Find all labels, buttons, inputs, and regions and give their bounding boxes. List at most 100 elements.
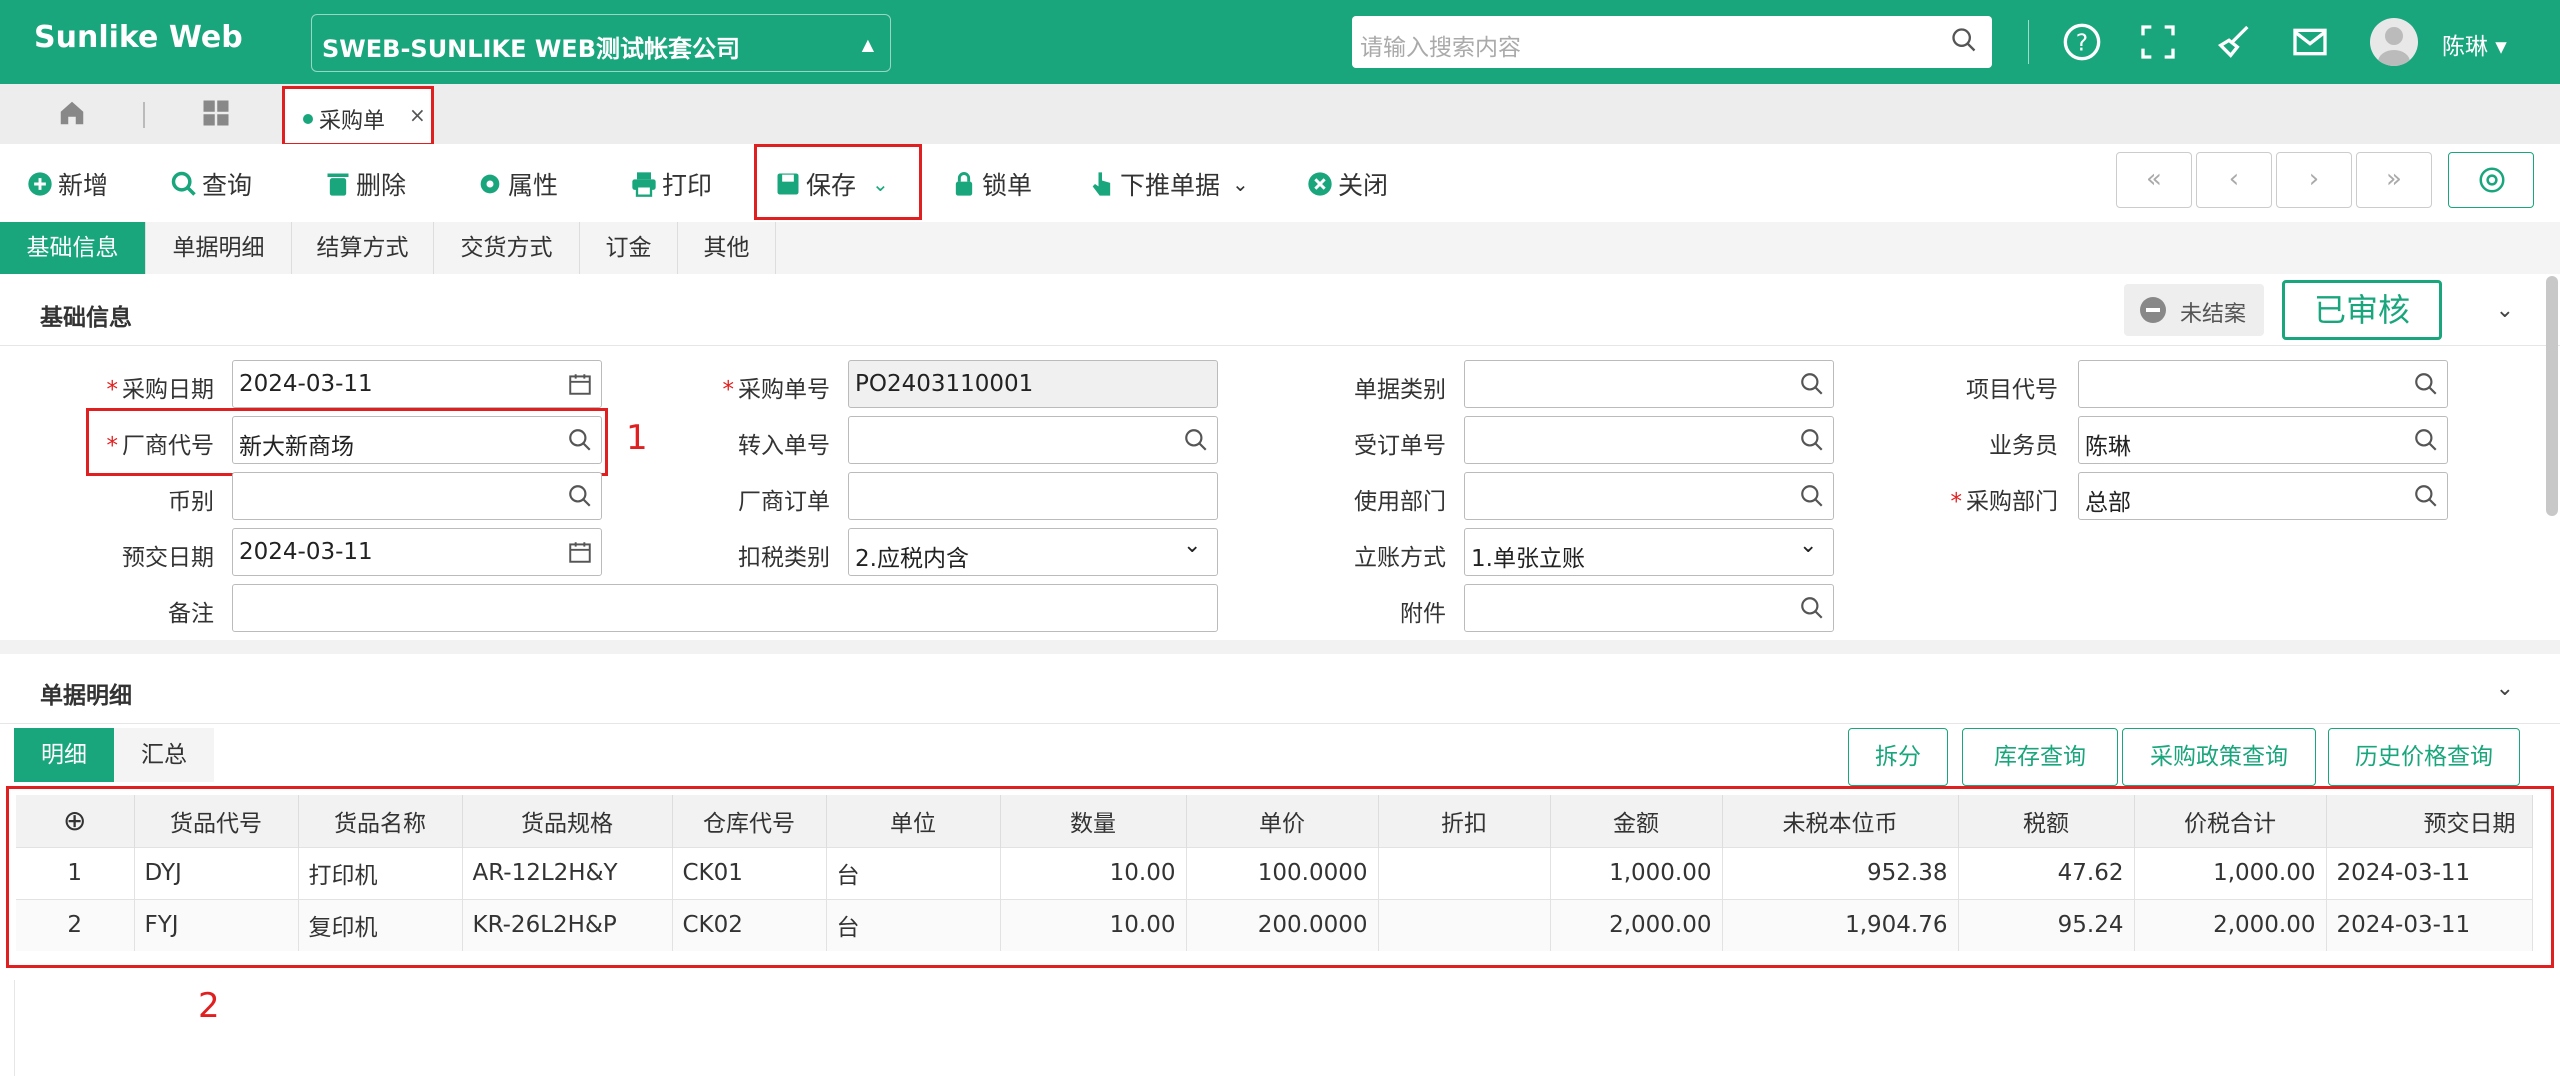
top-bar: Sunlike Web SWEB-SUNLIKE WEB测试帐套公司 ▲ 请输入… (0, 0, 2560, 84)
doc-category-field[interactable] (1464, 360, 1834, 408)
transfer-no-field[interactable] (848, 416, 1218, 464)
search-icon[interactable] (2413, 371, 2439, 397)
search-icon[interactable] (567, 483, 593, 509)
close-button[interactable]: 关闭 (1306, 164, 1388, 204)
label-dept-use: 使用部门 (1354, 489, 1446, 515)
order-no-field[interactable] (1464, 416, 1834, 464)
search-icon[interactable] (1799, 483, 1825, 509)
lock-icon (955, 172, 973, 196)
tax-type-select[interactable]: 2.应税内含 ⌄ (848, 528, 1218, 576)
print-button[interactable]: 打印 (630, 164, 712, 204)
search-icon[interactable] (2413, 483, 2439, 509)
tab-detail[interactable]: 单据明细 (146, 222, 292, 274)
push-label: 下推单据 (1120, 171, 1221, 200)
gear-icon (2479, 167, 2505, 193)
search-icon[interactable] (2413, 427, 2439, 453)
label-purchase-date: * 采购日期 (106, 377, 215, 403)
company-selector[interactable]: SWEB-SUNLIKE WEB测试帐套公司 ▲ (311, 14, 891, 72)
printer-icon (632, 172, 656, 197)
detail-header[interactable]: 单据明细 ⌄ (0, 654, 2560, 724)
close-circle-icon (1308, 172, 1332, 196)
tab-summary[interactable]: 汇总 (114, 728, 214, 782)
search-icon[interactable] (1799, 371, 1825, 397)
tab-label: 采购单 (319, 109, 386, 134)
currency-field[interactable] (232, 472, 602, 520)
prev-record-button[interactable]: ‹ (2196, 152, 2272, 208)
price-history-query-button[interactable]: 历史价格查询 (2328, 728, 2520, 786)
last-record-button[interactable]: » (2356, 152, 2432, 208)
search-icon[interactable] (1799, 427, 1825, 453)
dept-use-field[interactable] (1464, 472, 1834, 520)
apps-grid-icon[interactable] (200, 98, 232, 128)
tab-deposit[interactable]: 订金 (580, 222, 678, 274)
lock-button[interactable]: 锁单 (950, 164, 1032, 204)
help-icon[interactable]: ? (2062, 22, 2102, 62)
search-icon[interactable] (1950, 26, 1978, 54)
calendar-icon[interactable] (567, 539, 593, 565)
new-label: 新增 (58, 171, 109, 200)
purchase-date-field[interactable]: 2024-03-11 (232, 360, 602, 408)
vertical-scrollbar[interactable] (2546, 276, 2558, 516)
purchase-policy-query-button[interactable]: 采购政策查询 (2122, 728, 2316, 786)
delete-button[interactable]: 删除 (324, 164, 406, 204)
mail-icon[interactable] (2290, 22, 2330, 62)
properties-button[interactable]: 属性 (476, 164, 558, 204)
label-tax-type: 扣税类别 (738, 545, 830, 571)
label-project: 项目代号 (1966, 377, 2058, 403)
search-placeholder: 请输入搜索内容 (1360, 35, 1521, 61)
tab-purchase-order[interactable]: 采购单 × (282, 86, 434, 146)
search-icon (171, 171, 196, 196)
label-po-no: * 采购单号 (722, 377, 831, 403)
broom-icon[interactable] (2214, 22, 2254, 62)
fullscreen-icon[interactable] (2138, 22, 2178, 62)
label-order-no: 受订单号 (1354, 433, 1446, 459)
settings-button[interactable] (2448, 152, 2534, 208)
chevron-down-icon[interactable]: ⌄ (2496, 298, 2514, 323)
calendar-icon[interactable] (567, 371, 593, 397)
username: 陈琳 (2442, 34, 2488, 60)
split-button[interactable]: 拆分 (1848, 728, 1948, 786)
properties-label: 属性 (508, 171, 559, 200)
query-label: 查询 (202, 171, 253, 200)
avatar[interactable] (2370, 18, 2418, 66)
remark-field[interactable] (232, 584, 1218, 632)
section-title: 基础信息 (40, 305, 132, 331)
salesman-field[interactable]: 陈琳 (2078, 416, 2448, 464)
project-field[interactable] (2078, 360, 2448, 408)
label-remark: 备注 (168, 601, 214, 627)
purchase-dept-field[interactable]: 总部 (2078, 472, 2448, 520)
annotation-box-save (754, 144, 922, 220)
search-icon[interactable] (1183, 427, 1209, 453)
query-button[interactable]: 查询 (170, 164, 252, 204)
attachment-field[interactable] (1464, 584, 1834, 632)
user-menu[interactable]: 陈琳 ▾ (2442, 27, 2507, 61)
print-label: 打印 (662, 171, 713, 200)
label-doc-category: 单据类别 (1354, 377, 1446, 403)
new-button[interactable]: 新增 (26, 164, 108, 204)
vendor-order-field[interactable] (848, 472, 1218, 520)
search-icon[interactable] (1799, 595, 1825, 621)
tab-detail-rows[interactable]: 明细 (14, 728, 114, 782)
po-number-field[interactable]: PO2403110001 (848, 360, 1218, 408)
home-icon[interactable] (56, 98, 88, 128)
label-attachment: 附件 (1400, 601, 1446, 627)
chevron-down-icon[interactable]: ⌄ (2496, 676, 2514, 701)
tab-settlement[interactable]: 结算方式 (292, 222, 434, 274)
next-record-button[interactable]: › (2276, 152, 2352, 208)
tab-strip: 采购单 × (0, 84, 2560, 146)
label-account-method: 立账方式 (1354, 545, 1446, 571)
tab-basic-info[interactable]: 基础信息 (0, 222, 146, 274)
push-document-button[interactable]: 下推单据 ⌄ (1088, 164, 1249, 204)
due-date-field[interactable]: 2024-03-11 (232, 528, 602, 576)
close-tab-icon[interactable]: × (409, 103, 426, 127)
global-search-input[interactable]: 请输入搜索内容 (1352, 16, 1992, 68)
chevron-down-icon: ⌄ (1232, 172, 1249, 196)
status-badge: 未结案 (2124, 284, 2264, 336)
tab-delivery[interactable]: 交货方式 (434, 222, 580, 274)
chevron-down-icon: ⌄ (1799, 533, 1818, 558)
first-record-button[interactable]: « (2116, 152, 2192, 208)
tab-other[interactable]: 其他 (678, 222, 776, 274)
stock-query-button[interactable]: 库存查询 (1962, 728, 2118, 786)
section-divider (0, 640, 2560, 654)
account-method-select[interactable]: 1.单张立账 ⌄ (1464, 528, 1834, 576)
